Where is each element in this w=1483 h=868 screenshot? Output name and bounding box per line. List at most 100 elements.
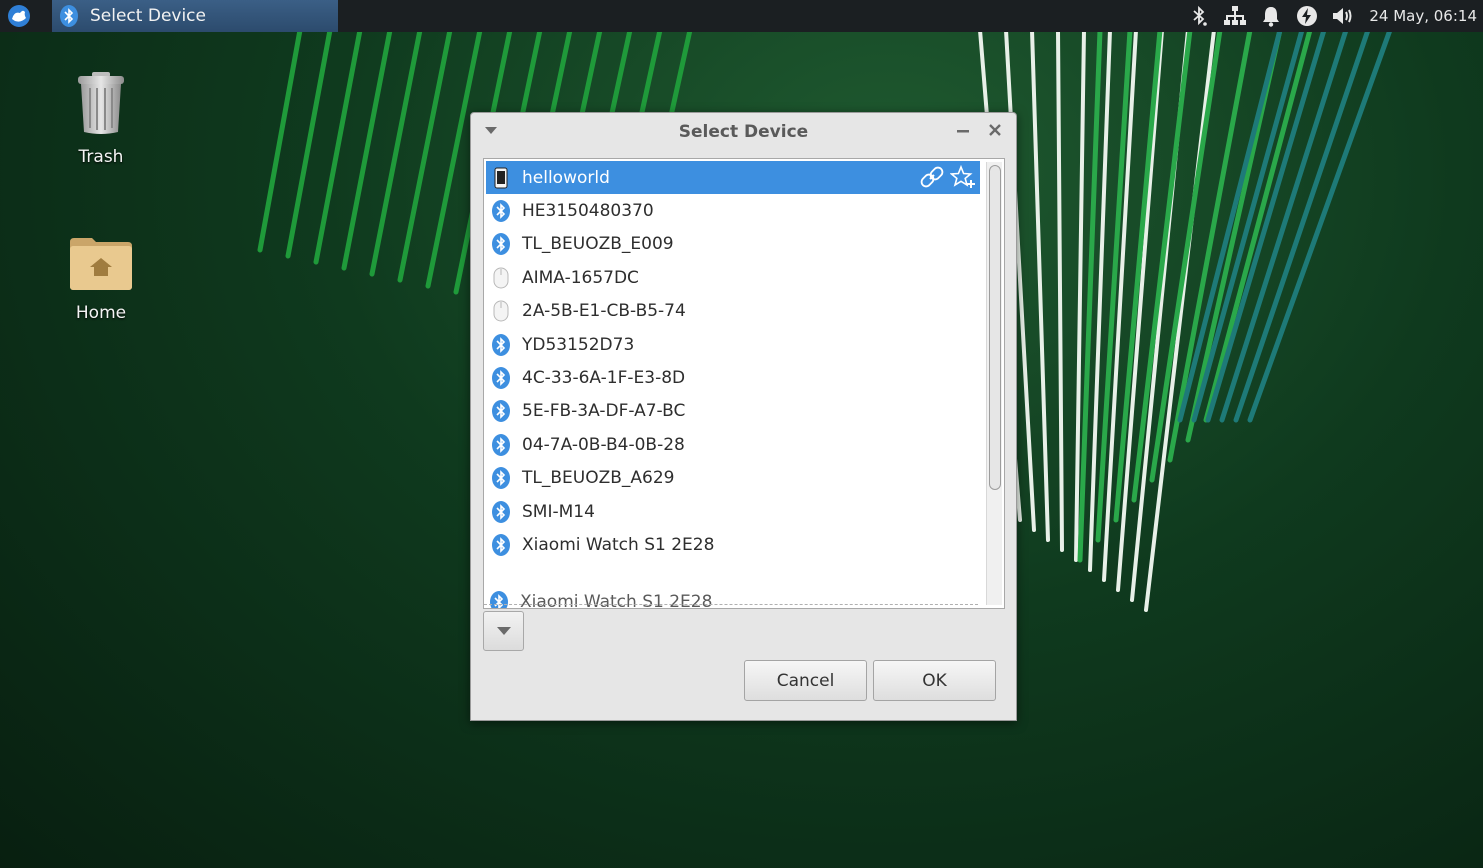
device-name: helloworld [522,167,610,188]
applications-menu-button[interactable] [0,0,38,32]
device-row[interactable]: HE3150480370 [486,194,980,227]
minimize-button[interactable] [954,121,972,139]
cancel-button[interactable]: Cancel [744,660,867,701]
device-name: TL_BEUOZB_A629 [522,468,675,489]
phone-icon [490,167,512,189]
device-row[interactable]: SMI-M14 [486,495,980,528]
bluetooth-icon [492,200,510,223]
device-name: 2A-5B-E1-CB-B5-74 [522,301,686,322]
mouse-icon [493,267,509,289]
wallpaper-streak [1095,27,1133,543]
bluetooth-icon [490,433,512,456]
device-name: TL_BEUOZB_E009 [522,234,674,255]
device-name: AIMA-1657DC [522,267,639,288]
desktop-icon-home[interactable]: Home [46,234,156,323]
bluetooth-icon [492,533,510,556]
bluetooth-icon [490,367,512,390]
device-name: 04-7A-0B-B4-0B-28 [522,434,685,455]
bluetooth-icon [60,5,78,27]
list-drop-indicator [484,604,978,605]
bluetooth-icon [490,400,512,423]
device-row[interactable]: TL_BEUOZB_E009 [486,228,980,261]
star-add-button[interactable] [949,164,976,194]
close-icon [989,124,1001,136]
wallpaper-streak [1030,28,1050,542]
expand-options-button[interactable] [483,611,524,651]
bluetooth-icon [490,200,512,223]
trash-icon [78,72,124,134]
dialog-title: Select Device [678,122,809,142]
bluetooth-icon [492,233,510,256]
volume-icon [1333,8,1352,24]
scrollbar-thumb[interactable] [989,165,1001,490]
notification-bell-icon [1263,7,1280,27]
device-name: Xiaomi Watch S1 2E28 [520,592,713,609]
chevron-down-icon [485,127,497,134]
phone-icon [494,167,508,189]
bluetooth-icon [490,333,512,356]
bluetooth-icon [490,591,508,608]
top-panel: Select Device 24 May, 06:14 [0,0,1483,32]
ok-button[interactable]: OK [873,660,996,701]
device-list-scrollbar[interactable] [986,162,1002,605]
wallpaper-streak [1056,28,1064,552]
bluetooth-icon [490,233,512,256]
wallpaper-streak [397,27,453,283]
home-folder-icon [70,238,132,290]
minimize-icon [957,130,969,133]
bluetooth-icon [488,591,510,608]
device-name: YD53152D73 [522,334,635,355]
network-icon [1224,6,1247,25]
tray-bluetooth[interactable] [1181,0,1217,32]
taskbar-window-button[interactable]: Select Device [52,0,338,32]
link-button[interactable] [920,165,944,194]
panel-clock[interactable]: 24 May, 06:14 [1361,7,1483,25]
desktop-icon-trash[interactable]: Trash [46,70,156,167]
device-name: Xiaomi Watch S1 2E28 [522,534,715,555]
wallpaper-streak [1247,27,1393,423]
device-row[interactable]: 2A-5B-E1-CB-B5-74 [486,295,980,328]
bluetooth-icon [490,500,512,523]
select-device-dialog: Select Device helloworld HE3150480370 TL_B… [470,112,1017,721]
mouse-icon [493,300,509,322]
bluetooth-icon [1193,5,1208,26]
tray-network[interactable] [1217,0,1253,32]
device-list-rows: helloworld HE3150480370 TL_BEUOZB_E009 AIMA… [486,161,980,562]
device-row[interactable]: 04-7A-0B-B4-0B-28 [486,428,980,461]
xfce-mouse-icon [8,5,30,27]
device-list-partial-row: Xiaomi Watch S1 2E28 [484,591,978,609]
desktop-icon-label: Home [75,303,127,323]
device-name: 5E-FB-3A-DF-A7-BC [522,401,686,422]
device-row[interactable]: TL_BEUOZB_A629 [486,462,980,495]
device-row[interactable]: helloworld [486,161,980,195]
device-name: HE3150480370 [522,201,654,222]
tray-notifications[interactable] [1253,0,1289,32]
device-row[interactable]: YD53152D73 [486,328,980,361]
mouse-icon [490,300,512,322]
desktop-icon-label: Trash [78,147,124,167]
dialog-titlebar[interactable]: Select Device [471,113,1016,151]
close-button[interactable] [986,121,1004,139]
device-row[interactable]: Xiaomi Watch S1 2E28 [486,528,980,561]
bluetooth-icon [492,400,510,423]
device-name: SMI-M14 [522,501,595,522]
wallpaper-streak [369,27,423,277]
window-menu-button[interactable] [483,123,499,139]
bluetooth-icon [492,367,510,390]
row-actions [920,164,976,194]
star-add-icon [949,164,975,188]
device-list[interactable]: helloworld HE3150480370 TL_BEUOZB_E009 AIMA… [483,158,1005,609]
taskbar-window-label: Select Device [90,6,206,26]
link-icon [920,166,944,188]
power-icon [1297,6,1318,26]
device-name: 4C-33-6A-1F-E3-8D [522,368,686,389]
device-row[interactable]: 4C-33-6A-1F-E3-8D [486,361,980,394]
system-tray: 24 May, 06:14 [1181,0,1483,32]
bluetooth-icon [492,433,510,456]
tray-volume[interactable] [1325,0,1361,32]
bluetooth-icon [492,333,510,356]
device-row[interactable]: AIMA-1657DC [486,261,980,294]
device-row[interactable]: 5E-FB-3A-DF-A7-BC [486,395,980,428]
chevron-down-icon [496,626,511,635]
tray-power[interactable] [1289,0,1325,32]
